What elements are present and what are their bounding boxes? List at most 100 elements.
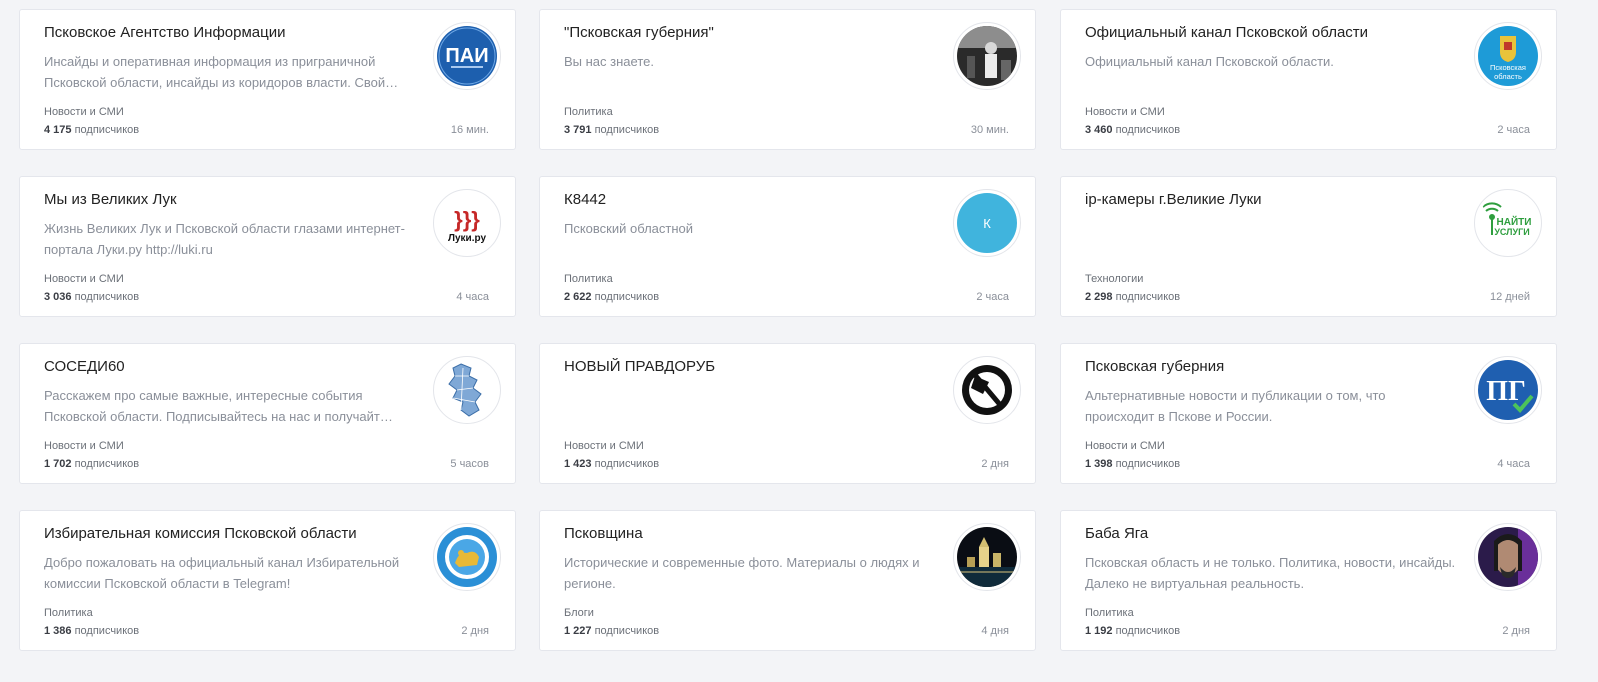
- channel-card[interactable]: Псковщина Исторические и современные фот…: [539, 510, 1036, 651]
- channel-avatar[interactable]: [953, 22, 1021, 90]
- channel-category[interactable]: Новости и СМИ: [1085, 440, 1165, 452]
- channel-card[interactable]: ip-камеры г.Великие Луки Технологии 2 29…: [1060, 176, 1557, 317]
- channel-title[interactable]: Официальный канал Псковской области: [1085, 24, 1445, 41]
- channel-category[interactable]: Новости и СМИ: [44, 273, 124, 285]
- election-commission-emblem-icon: [437, 527, 497, 587]
- channel-updated-time: 4 дня: [981, 625, 1009, 637]
- channel-description: Инсайды и оперативная информация из приг…: [44, 54, 399, 90]
- channel-category[interactable]: Новости и СМИ: [44, 106, 124, 118]
- channel-card[interactable]: НОВЫЙ ПРАВДОРУБ Новости и СМИ 1 423 подп…: [539, 343, 1036, 484]
- subscriber-label: подписчиков: [1115, 291, 1181, 303]
- channel-subscribers: 1 386 подписчиков: [44, 625, 139, 637]
- channel-card[interactable]: "Псковская губерния" Вы нас знаете. Поли…: [539, 9, 1036, 150]
- channel-category[interactable]: Политика: [1085, 607, 1134, 619]
- channel-title[interactable]: СОСЕДИ60: [44, 358, 404, 375]
- channel-updated-time: 2 дня: [1502, 625, 1530, 637]
- channel-card[interactable]: Избирательная комиссия Псковской области…: [19, 510, 516, 651]
- channel-avatar[interactable]: НАЙТИ УСЛУГИ: [1474, 189, 1542, 257]
- channel-updated-time: 16 мин.: [450, 124, 489, 136]
- subscriber-label: подписчиков: [594, 124, 660, 136]
- channel-title[interactable]: ip-камеры г.Великие Луки: [1085, 191, 1445, 208]
- channel-category[interactable]: Новости и СМИ: [564, 440, 644, 452]
- svg-text:Псковская: Псковская: [1490, 63, 1526, 72]
- channel-card[interactable]: Псковская губерния Альтернативные новост…: [1060, 343, 1557, 484]
- channel-avatar[interactable]: [953, 356, 1021, 424]
- channel-category[interactable]: Политика: [564, 106, 613, 118]
- subscriber-label: подписчиков: [1115, 124, 1181, 136]
- subscriber-label: подписчиков: [594, 625, 660, 637]
- channel-avatar[interactable]: [1474, 523, 1542, 591]
- channel-subscribers: 1 227 подписчиков: [564, 625, 659, 637]
- channel-title[interactable]: Псковское Агентство Информации: [44, 24, 404, 41]
- channel-card[interactable]: Мы из Великих Лук Жизнь Великих Лук и Пс…: [19, 176, 516, 317]
- channel-subscribers: 2 298 подписчиков: [1085, 291, 1180, 303]
- channel-title[interactable]: "Псковская губерния": [564, 24, 924, 41]
- subscriber-label: подписчиков: [74, 124, 140, 136]
- channel-updated-time: 2 часа: [976, 291, 1009, 303]
- channel-avatar[interactable]: ПАИ: [433, 22, 501, 90]
- subscriber-count: 1 227: [564, 625, 592, 637]
- naiti-uslugi-logo-icon: НАЙТИ УСЛУГИ: [1478, 193, 1538, 253]
- channel-title[interactable]: Избирательная комиссия Псковской области: [44, 525, 404, 542]
- channel-category[interactable]: Блоги: [564, 607, 594, 619]
- subscriber-count: 4 175: [44, 124, 72, 136]
- channel-card[interactable]: Псковское Агентство Информации Инсайды и…: [19, 9, 516, 150]
- channel-title[interactable]: Псковщина: [564, 525, 924, 542]
- channel-subscribers: 3 036 подписчиков: [44, 291, 139, 303]
- channel-subscribers: 1 423 подписчиков: [564, 458, 659, 470]
- luki-ru-logo-icon: }}} Луки.ру: [437, 193, 497, 253]
- channel-description: Расскажем про самые важные, интересные с…: [44, 388, 393, 424]
- channel-updated-time: 30 мин.: [970, 124, 1009, 136]
- subscriber-label: подписчиков: [594, 291, 660, 303]
- channel-subscribers: 2 622 подписчиков: [564, 291, 659, 303]
- channel-description: Добро пожаловать на официальный канал Из…: [44, 555, 400, 591]
- subscriber-label: подписчиков: [594, 458, 660, 470]
- kremlin-night-photo-icon: [957, 527, 1017, 587]
- channel-description: Официальный канал Псковской области.: [1085, 54, 1334, 69]
- channel-card[interactable]: СОСЕДИ60 Расскажем про самые важные, инт…: [19, 343, 516, 484]
- channel-updated-time: 5 часов: [450, 458, 489, 470]
- pskov-region-emblem-icon: Псковская область: [1478, 26, 1538, 86]
- channel-title[interactable]: К8442: [564, 191, 924, 208]
- axe-logo-icon: [957, 360, 1017, 420]
- channel-description: Псковский областной: [564, 221, 694, 236]
- channel-subscribers: 3 791 подписчиков: [564, 124, 659, 136]
- svg-text:}}}: }}}: [454, 207, 480, 232]
- channel-title[interactable]: Псковская губерния: [1085, 358, 1445, 375]
- channel-avatar[interactable]: К: [953, 189, 1021, 257]
- channel-description: Жизнь Великих Лук и Псковской области гл…: [44, 221, 405, 257]
- channel-subscribers: 1 398 подписчиков: [1085, 458, 1180, 470]
- subscriber-count: 1 398: [1085, 458, 1113, 470]
- channel-category[interactable]: Политика: [564, 273, 613, 285]
- svg-text:УСЛУГИ: УСЛУГИ: [1494, 227, 1529, 237]
- channel-title[interactable]: Баба Яга: [1085, 525, 1445, 542]
- channel-category[interactable]: Политика: [44, 607, 93, 619]
- channel-card[interactable]: К8442 Псковский областной Политика 2 622…: [539, 176, 1036, 317]
- channel-avatar[interactable]: }}} Луки.ру: [433, 189, 501, 257]
- channel-card[interactable]: Официальный канал Псковской области Офиц…: [1060, 9, 1557, 150]
- channel-avatar[interactable]: Псковская область: [1474, 22, 1542, 90]
- bw-photo-avatar-icon: [957, 26, 1017, 86]
- channel-category[interactable]: Новости и СМИ: [1085, 106, 1165, 118]
- channel-updated-time: 12 дней: [1489, 291, 1530, 303]
- channel-category[interactable]: Новости и СМИ: [44, 440, 124, 452]
- channel-subscribers: 4 175 подписчиков: [44, 124, 139, 136]
- subscriber-label: подписчиков: [1115, 458, 1181, 470]
- channel-avatar[interactable]: [953, 523, 1021, 591]
- subscriber-label: подписчиков: [74, 291, 140, 303]
- subscriber-count: 2 298: [1085, 291, 1113, 303]
- subscriber-count: 3 791: [564, 124, 592, 136]
- svg-text:ПАИ: ПАИ: [445, 45, 488, 67]
- channel-subscribers: 3 460 подписчиков: [1085, 124, 1180, 136]
- channel-title[interactable]: НОВЫЙ ПРАВДОРУБ: [564, 358, 924, 375]
- channel-avatar[interactable]: ПГ: [1474, 356, 1542, 424]
- subscriber-count: 1 423: [564, 458, 592, 470]
- channel-description: Вы нас знаете.: [564, 54, 654, 69]
- channel-avatar[interactable]: [433, 356, 501, 424]
- subscriber-count: 1 386: [44, 625, 72, 637]
- channel-title[interactable]: Мы из Великих Лук: [44, 191, 404, 208]
- channel-avatar[interactable]: [433, 523, 501, 591]
- channel-category[interactable]: Технологии: [1085, 273, 1143, 285]
- channel-card[interactable]: Баба Яга Псковская область и не только. …: [1060, 510, 1557, 651]
- channel-description: Исторические и современные фото. Материа…: [564, 555, 920, 591]
